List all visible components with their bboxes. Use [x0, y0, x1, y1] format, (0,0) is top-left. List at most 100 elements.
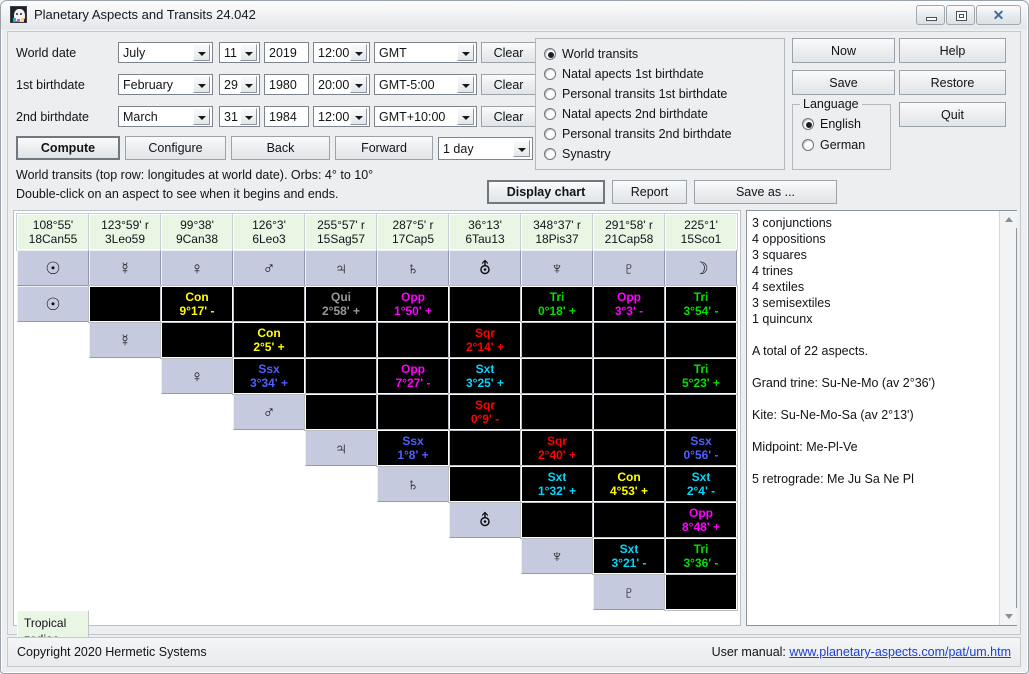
- column-header-saturn[interactable]: ♄: [377, 250, 449, 286]
- column-header-venus[interactable]: ♀: [161, 250, 233, 286]
- aspect-cell-empty[interactable]: [593, 322, 665, 358]
- radio-world-transits[interactable]: World transits: [544, 47, 638, 61]
- row-header-pluto[interactable]: ♇: [593, 574, 665, 610]
- first-birthdate-month-select[interactable]: February: [118, 74, 213, 95]
- aspect-cell-empty[interactable]: [377, 322, 449, 358]
- aspect-cell-venus-uranus[interactable]: Sxt3°25' +: [449, 358, 521, 394]
- aspect-grid[interactable]: 108°55'18Can55123°59' r3Leo5999°38'9Can3…: [13, 210, 741, 626]
- aspect-cell-sun-venus[interactable]: Con9°17' -: [161, 286, 233, 322]
- back-button[interactable]: Back: [231, 136, 330, 160]
- second-birthdate-month-select[interactable]: March: [118, 106, 213, 127]
- aspect-cell-empty[interactable]: [449, 430, 521, 466]
- first-birthdate-time-select[interactable]: 20:00: [313, 74, 370, 95]
- aspect-cell-sun-jupiter[interactable]: Qui2°58' +: [305, 286, 377, 322]
- aspect-cell-empty[interactable]: [161, 322, 233, 358]
- first-birthdate-clear-button[interactable]: Clear: [481, 74, 536, 95]
- aspect-cell-empty[interactable]: [593, 502, 665, 538]
- aspect-cell-mercury-mars[interactable]: Con2°5' +: [233, 322, 305, 358]
- radio-language-german[interactable]: German: [802, 138, 865, 152]
- aspect-cell-mars-uranus[interactable]: Sqr0°9' -: [449, 394, 521, 430]
- row-header-saturn[interactable]: ♄: [377, 466, 449, 502]
- row-header-mercury[interactable]: ☿: [89, 322, 161, 358]
- second-birthdate-year-input[interactable]: 1984: [264, 106, 309, 127]
- second-birthdate-zone-select[interactable]: GMT+10:00: [374, 106, 477, 127]
- aspect-cell-empty[interactable]: [521, 322, 593, 358]
- summary-scrollbar[interactable]: [999, 211, 1016, 625]
- first-birthdate-zone-select[interactable]: GMT-5:00: [374, 74, 477, 95]
- row-header-jupiter[interactable]: ♃: [305, 430, 377, 466]
- aspect-cell-saturn-moon[interactable]: Sxt2°4' -: [665, 466, 737, 502]
- second-birthdate-clear-button[interactable]: Clear: [481, 106, 536, 127]
- save-button[interactable]: Save: [792, 70, 895, 95]
- forward-button[interactable]: Forward: [335, 136, 433, 160]
- aspect-cell-sun-saturn[interactable]: Opp1°50' +: [377, 286, 449, 322]
- row-header-venus[interactable]: ♀: [161, 358, 233, 394]
- aspect-cell-empty[interactable]: [521, 394, 593, 430]
- quit-button[interactable]: Quit: [899, 102, 1006, 127]
- second-birthdate-day-select[interactable]: 31: [219, 106, 260, 127]
- report-button[interactable]: Report: [612, 180, 687, 204]
- aspect-cell-empty[interactable]: [521, 358, 593, 394]
- aspect-cell-uranus-moon[interactable]: Opp8°48' +: [665, 502, 737, 538]
- restore-button[interactable]: Restore: [899, 70, 1006, 95]
- radio-natal-aspects-1st[interactable]: Natal apects 1st birthdate: [544, 67, 704, 81]
- first-birthdate-year-input[interactable]: 1980: [264, 74, 309, 95]
- close-button[interactable]: ✕: [976, 5, 1021, 25]
- minimize-button[interactable]: [916, 5, 945, 25]
- aspect-cell-neptune-pluto[interactable]: Sxt3°21' -: [593, 538, 665, 574]
- step-interval-select[interactable]: 1 day: [438, 137, 533, 160]
- maximize-button[interactable]: [946, 5, 975, 25]
- column-header-mercury[interactable]: ☿: [89, 250, 161, 286]
- world-date-clear-button[interactable]: Clear: [481, 42, 536, 63]
- aspect-cell-venus-mars[interactable]: Ssx3°34' +: [233, 358, 305, 394]
- radio-synastry[interactable]: Synastry: [544, 147, 611, 161]
- aspect-cell-empty[interactable]: [305, 394, 377, 430]
- column-header-moon[interactable]: ☽: [665, 250, 737, 286]
- row-header-sun[interactable]: ☉: [17, 286, 89, 322]
- aspect-cell-empty[interactable]: [377, 394, 449, 430]
- column-header-uranus[interactable]: ⛢: [449, 250, 521, 286]
- second-birthdate-time-select[interactable]: 12:00: [313, 106, 370, 127]
- aspect-cell-saturn-neptune[interactable]: Sxt1°32' +: [521, 466, 593, 502]
- aspect-cell-jupiter-neptune[interactable]: Sqr2°40' +: [521, 430, 593, 466]
- row-header-mars[interactable]: ♂: [233, 394, 305, 430]
- column-header-jupiter[interactable]: ♃: [305, 250, 377, 286]
- world-date-month-select[interactable]: July: [118, 42, 213, 63]
- aspect-cell-empty[interactable]: [665, 574, 737, 610]
- configure-button[interactable]: Configure: [125, 136, 226, 160]
- radio-natal-aspects-2nd[interactable]: Natal apects 2nd birthdate: [544, 107, 708, 121]
- aspect-cell-venus-moon[interactable]: Tri5°23' +: [665, 358, 737, 394]
- first-birthdate-day-select[interactable]: 29: [219, 74, 260, 95]
- aspect-cell-empty[interactable]: [665, 322, 737, 358]
- scroll-up-icon[interactable]: [1000, 211, 1017, 228]
- user-manual-link[interactable]: www.planetary-aspects.com/pat/um.htm: [789, 645, 1011, 659]
- now-button[interactable]: Now: [792, 38, 895, 63]
- column-header-neptune[interactable]: ♆: [521, 250, 593, 286]
- aspect-cell-saturn-pluto[interactable]: Con4°53' +: [593, 466, 665, 502]
- aspect-cell-jupiter-saturn[interactable]: Ssx1°8' +: [377, 430, 449, 466]
- world-date-year-input[interactable]: 2019: [264, 42, 309, 63]
- world-date-zone-select[interactable]: GMT: [374, 42, 477, 63]
- column-header-pluto[interactable]: ♇: [593, 250, 665, 286]
- scroll-down-icon[interactable]: [1000, 608, 1017, 625]
- column-header-mars[interactable]: ♂: [233, 250, 305, 286]
- world-date-time-select[interactable]: 12:00: [313, 42, 370, 63]
- summary-panel[interactable]: 3 conjunctions 4 oppositions 3 squares 4…: [746, 210, 1017, 626]
- aspect-cell-empty[interactable]: [449, 466, 521, 502]
- compute-button[interactable]: Compute: [16, 136, 120, 160]
- column-header-sun[interactable]: ☉: [17, 250, 89, 286]
- aspect-cell-jupiter-moon[interactable]: Ssx0°56' -: [665, 430, 737, 466]
- radio-personal-transits-1st[interactable]: Personal transits 1st birthdate: [544, 87, 727, 101]
- aspect-cell-empty[interactable]: [665, 394, 737, 430]
- aspect-cell-empty[interactable]: [305, 322, 377, 358]
- row-header-neptune[interactable]: ♆: [521, 538, 593, 574]
- display-chart-button[interactable]: Display chart: [487, 180, 605, 204]
- aspect-cell-venus-saturn[interactable]: Opp7°27' -: [377, 358, 449, 394]
- aspect-cell-empty[interactable]: [89, 286, 161, 322]
- aspect-cell-empty[interactable]: [449, 286, 521, 322]
- aspect-cell-mercury-uranus[interactable]: Sqr2°14' +: [449, 322, 521, 358]
- world-date-day-select[interactable]: 11: [219, 42, 260, 63]
- row-header-uranus[interactable]: ⛢: [449, 502, 521, 538]
- radio-language-english[interactable]: English: [802, 117, 861, 131]
- aspect-cell-empty[interactable]: [593, 430, 665, 466]
